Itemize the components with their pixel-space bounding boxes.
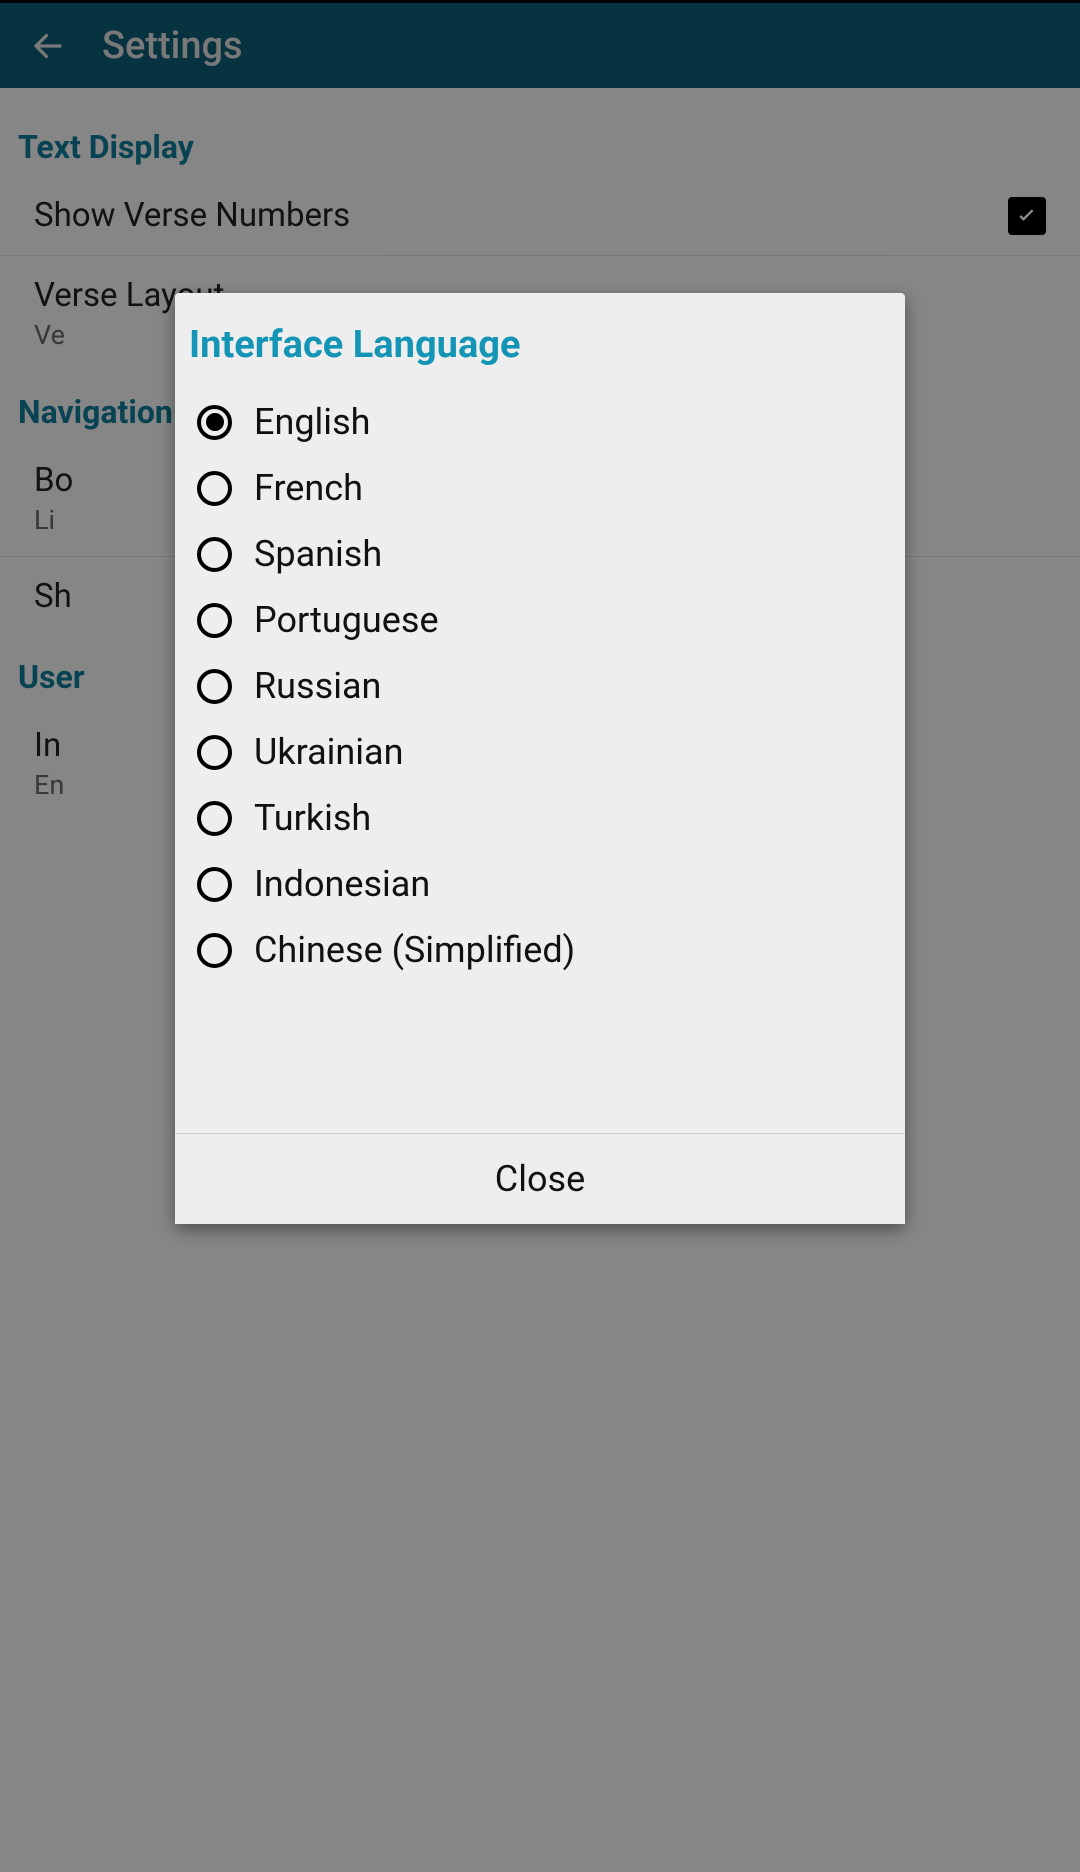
radio-label: Russian (254, 665, 381, 707)
radio-option-russian[interactable]: Russian (175, 653, 905, 719)
radio-option-indonesian[interactable]: Indonesian (175, 851, 905, 917)
radio-label: English (254, 401, 370, 443)
language-radio-list: English French Spanish Portuguese Russia… (175, 381, 905, 1133)
radio-option-ukrainian[interactable]: Ukrainian (175, 719, 905, 785)
radio-label: French (254, 467, 363, 509)
radio-option-chinese[interactable]: Chinese (Simplified) (175, 917, 905, 983)
radio-label: Chinese (Simplified) (254, 929, 575, 971)
radio-label: Spanish (254, 533, 382, 575)
radio-label: Ukrainian (254, 731, 404, 773)
radio-option-french[interactable]: French (175, 455, 905, 521)
interface-language-dialog: Interface Language English French Spanis… (175, 293, 905, 1224)
radio-icon (197, 867, 232, 902)
radio-label: Portuguese (254, 599, 439, 641)
radio-icon (197, 471, 232, 506)
modal-overlay[interactable]: Interface Language English French Spanis… (0, 0, 1080, 1872)
radio-icon (197, 669, 232, 704)
radio-label: Turkish (254, 797, 371, 839)
radio-icon (197, 603, 232, 638)
radio-icon (197, 933, 232, 968)
radio-icon (197, 735, 232, 770)
radio-label: Indonesian (254, 863, 430, 905)
dialog-title: Interface Language (175, 293, 905, 381)
radio-icon (197, 801, 232, 836)
radio-icon (197, 405, 232, 440)
radio-option-portuguese[interactable]: Portuguese (175, 587, 905, 653)
settings-screen: Settings Text Display Show Verse Numbers… (0, 0, 1080, 1872)
radio-option-turkish[interactable]: Turkish (175, 785, 905, 851)
radio-option-spanish[interactable]: Spanish (175, 521, 905, 587)
radio-option-english[interactable]: English (175, 389, 905, 455)
radio-icon (197, 537, 232, 572)
close-button[interactable]: Close (175, 1133, 905, 1224)
